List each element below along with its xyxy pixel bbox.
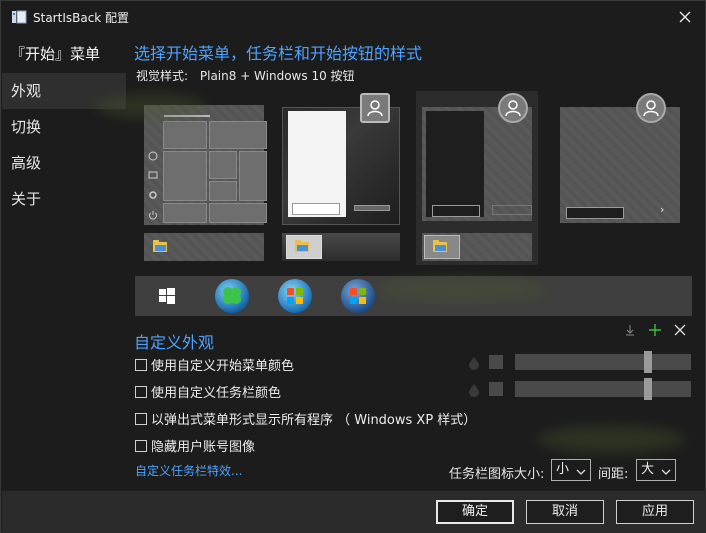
startisback-app-icon [11,9,27,25]
appearance-heading: 选择开始菜单，任务栏和开始按钮的样式 [134,44,423,63]
xp-style-menu-label: 以弹出式菜单形式显示所有程序 （ Windows XP 样式） [151,413,477,428]
style-thumbnail-1[interactable] [144,105,267,265]
tile-grid [163,121,267,223]
folder-icon [148,169,158,184]
tile [209,121,267,149]
add-icon[interactable] [648,323,662,337]
search-input [566,207,624,219]
avatar-icon [498,93,528,123]
visual-style-label: 视觉样式: [136,69,189,83]
sidebar-nav: 外观 切换 高级 关于 [2,73,126,217]
taskbar-color-swatch[interactable] [489,382,503,396]
xp-style-menu-checkbox[interactable] [135,412,147,425]
programs-pane [426,111,484,217]
custom-taskbar-color-option[interactable]: 使用自定义任务栏颜色 [135,382,281,401]
programs-pane [288,111,346,217]
chevron-down-icon [576,464,586,484]
user-icon [148,150,158,165]
sidebar-item-about[interactable]: 关于 [2,181,126,217]
avatar-icon [360,93,390,123]
visual-style-value: Plain8 + Windows 10 按钮 [199,69,355,83]
window-title: StartIsBack 配置 [33,11,130,25]
shutdown-button [354,205,390,211]
title-bar[interactable]: StartIsBack 配置 [1,1,705,33]
download-icon[interactable] [623,323,637,337]
tile [209,151,237,179]
drop-icon [468,356,480,370]
search-input [432,205,480,217]
ok-button[interactable]: 确定 [436,500,514,524]
clover-orb-icon[interactable] [215,279,249,313]
tile [209,203,267,223]
hide-user-picture-option[interactable]: 隐藏用户账号图像 [135,436,255,455]
spacing-label: 间距: [598,467,629,482]
cancel-button[interactable]: 取消 [526,500,604,524]
folder-icon [432,239,448,257]
tile [163,121,207,149]
drop-icon [468,383,480,397]
custom-start-color-checkbox[interactable] [135,358,147,371]
shutdown-button [492,205,532,215]
smudge [536,425,686,453]
main-panel: 选择开始菜单，任务栏和开始按钮的样式 视觉样式: Plain8 + Window… [96,33,705,491]
sidebar-item-switch[interactable]: 切换 [2,109,126,145]
config-window: StartIsBack 配置 『开始』菜单 外观 切换 高级 关于 选择开始菜单… [0,0,706,533]
windows7-orb-icon[interactable] [278,279,312,313]
apply-button[interactable]: 应用 [616,500,694,524]
custom-start-color-option[interactable]: 使用自定义开始菜单颜色 [135,355,294,374]
style-thumbnail-2[interactable] [282,93,402,265]
tile [209,181,237,201]
vista-orb-icon[interactable] [341,279,375,313]
start-color-slider-thumb[interactable] [644,351,652,373]
gear-icon [148,189,158,204]
power-icon [148,209,158,224]
tile [163,203,207,223]
hide-user-picture-label: 隐藏用户账号图像 [151,440,256,455]
close-icon[interactable] [673,323,687,337]
sidebar-item-advanced[interactable]: 高级 [2,145,126,181]
style-thumbnail-4[interactable]: › [560,93,682,223]
sidebar-header: 『开始』菜单 [10,45,101,63]
footer-bar: 确定 取消 应用 [2,491,706,533]
folder-icon [294,239,310,257]
smudge [376,277,546,303]
custom-taskbar-color-checkbox[interactable] [135,385,147,398]
custom-taskbar-color-label: 使用自定义任务栏颜色 [151,386,282,401]
style-thumbnail-3-selected[interactable] [416,91,538,265]
start-color-swatch[interactable] [489,355,503,369]
chevron-down-icon [661,464,671,484]
xp-style-menu-option[interactable]: 以弹出式菜单形式显示所有程序 （ Windows XP 样式） [135,409,476,428]
spacing-value: 大 [641,462,655,477]
icon-size-value: 小 [556,462,570,477]
smudge [96,93,206,119]
search-input [292,203,340,215]
taskbar-color-slider[interactable] [515,378,691,400]
start-color-slider[interactable] [515,351,691,373]
close-icon[interactable] [673,6,697,28]
windows10-start-icon[interactable] [159,288,175,308]
tile [163,151,207,201]
chevron-right-icon: › [660,203,665,216]
hide-user-picture-checkbox[interactable] [135,439,147,452]
folder-icon [152,239,168,257]
visual-style-row: 视觉样式: Plain8 + Windows 10 按钮 [136,67,355,84]
taskbar-effects-link[interactable]: 自定义任务栏特效... [135,462,242,479]
spacing-select[interactable]: 大 [636,459,676,481]
taskbar-color-slider-thumb[interactable] [644,378,652,400]
tile [239,151,267,201]
icon-size-label: 任务栏图标大小: [449,467,545,482]
avatar-icon [636,93,666,123]
customize-heading: 自定义外观 [134,333,215,352]
icon-size-select[interactable]: 小 [551,459,591,481]
custom-start-color-label: 使用自定义开始菜单颜色 [151,359,295,374]
